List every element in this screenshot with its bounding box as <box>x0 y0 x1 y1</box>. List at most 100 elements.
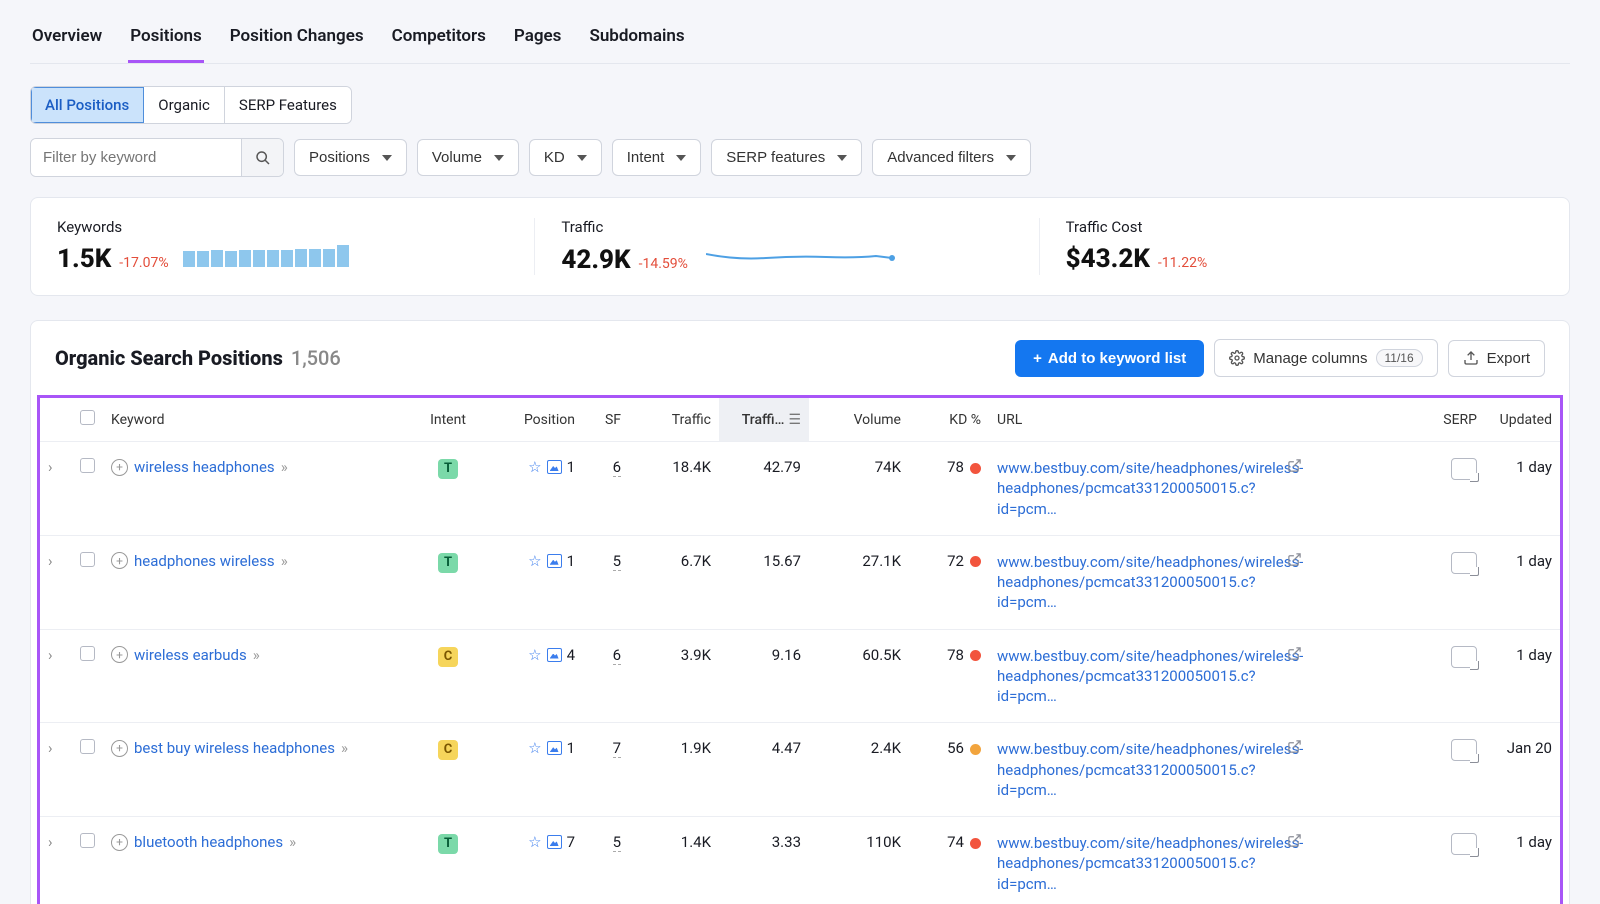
expand-row-icon[interactable] <box>48 552 53 570</box>
url-link[interactable]: www.bestbuy.com/site/headphones/wireless… <box>997 833 1247 894</box>
filter-positions[interactable]: Positions <box>294 139 407 176</box>
external-link-icon[interactable] <box>1287 739 1302 754</box>
filter-kd[interactable]: KD <box>529 139 602 176</box>
header-keyword[interactable]: Keyword <box>103 398 413 442</box>
serp-snapshot-button[interactable] <box>1451 458 1477 480</box>
header-position[interactable]: Position <box>483 398 583 442</box>
table-card: Organic Search Positions 1,506 + Add to … <box>30 320 1570 904</box>
expand-row-icon[interactable] <box>48 458 53 476</box>
header-serp[interactable]: SERP <box>1425 398 1485 442</box>
kd-dot-icon <box>970 463 981 474</box>
tab-pages[interactable]: Pages <box>512 16 564 63</box>
updated-value: 1 day <box>1485 817 1560 904</box>
url-link[interactable]: www.bestbuy.com/site/headphones/wireless… <box>997 739 1247 800</box>
row-checkbox[interactable] <box>80 739 95 754</box>
metric-traffic-cost: Traffic Cost $43.2K -11.22% <box>1039 218 1543 275</box>
metric-traffic: Traffic 42.9K -14.59% <box>534 218 1038 275</box>
toggle-serp-features[interactable]: SERP Features <box>225 87 351 123</box>
plus-icon: + <box>1033 350 1042 367</box>
header-kd[interactable]: KD % <box>909 398 989 442</box>
intent-badge: T <box>438 553 458 573</box>
row-checkbox[interactable] <box>80 646 95 661</box>
star-icon: ☆ <box>528 646 541 664</box>
keyword-link[interactable]: best buy wireless headphones <box>134 739 335 757</box>
sf-value[interactable]: 7 <box>613 739 621 758</box>
metric-traffic-value: 42.9K <box>561 245 630 275</box>
image-icon <box>547 741 562 755</box>
volume-value: 27.1K <box>809 535 909 629</box>
export-button[interactable]: Export <box>1448 340 1545 377</box>
search-wrap <box>30 138 284 177</box>
row-checkbox[interactable] <box>80 552 95 567</box>
serp-snapshot-button[interactable] <box>1451 552 1477 574</box>
filter-keyword-input[interactable] <box>31 139 241 176</box>
metric-traffic-cost-value: $43.2K <box>1066 244 1150 274</box>
external-link-icon[interactable] <box>1287 458 1302 473</box>
external-link-icon[interactable] <box>1287 646 1302 661</box>
positions-table: Keyword Intent Position SF Traffic Traff… <box>40 398 1560 904</box>
tab-positions[interactable]: Positions <box>128 16 204 63</box>
filter-intent[interactable]: Intent <box>612 139 702 176</box>
filter-advanced[interactable]: Advanced filters <box>872 139 1031 176</box>
traffic-value: 18.4K <box>629 442 719 536</box>
position-value: 7 <box>567 833 575 851</box>
keyword-link[interactable]: bluetooth headphones <box>134 833 283 851</box>
sf-value[interactable]: 6 <box>613 646 621 665</box>
external-link-icon[interactable] <box>1287 833 1302 848</box>
header-sf[interactable]: SF <box>583 398 629 442</box>
table-title: Organic Search Positions <box>55 346 283 370</box>
sf-value[interactable]: 6 <box>613 458 621 477</box>
sf-value[interactable]: 5 <box>613 552 621 571</box>
traffic-spark-chart <box>706 244 896 268</box>
keyword-link[interactable]: wireless earbuds <box>134 646 247 664</box>
manage-columns-button[interactable]: Manage columns 11/16 <box>1214 339 1437 377</box>
row-checkbox[interactable] <box>80 833 95 848</box>
add-keyword-icon[interactable]: + <box>111 646 128 663</box>
expand-row-icon[interactable] <box>48 646 53 664</box>
sf-value[interactable]: 5 <box>613 833 621 852</box>
serp-snapshot-button[interactable] <box>1451 833 1477 855</box>
header-traffic[interactable]: Traffic <box>629 398 719 442</box>
kd-dot-icon <box>970 650 981 661</box>
toggle-all-positions[interactable]: All Positions <box>31 87 144 123</box>
traffic-value: 3.9K <box>629 629 719 723</box>
header-intent[interactable]: Intent <box>413 398 483 442</box>
header-volume[interactable]: Volume <box>809 398 909 442</box>
tab-subdomains[interactable]: Subdomains <box>587 16 686 63</box>
header-traffic-pct[interactable]: Traffi…☰ <box>719 398 809 442</box>
add-to-keyword-list-button[interactable]: + Add to keyword list <box>1015 340 1204 377</box>
url-link[interactable]: www.bestbuy.com/site/headphones/wireless… <box>997 552 1247 613</box>
intent-badge: T <box>438 834 458 854</box>
tab-competitors[interactable]: Competitors <box>390 16 488 63</box>
table-row: +headphones wireless» T ☆1 5 6.7K 15.67 … <box>40 535 1560 629</box>
star-icon: ☆ <box>528 739 541 757</box>
tab-overview[interactable]: Overview <box>30 16 104 63</box>
serp-snapshot-button[interactable] <box>1451 739 1477 761</box>
url-link[interactable]: www.bestbuy.com/site/headphones/wireless… <box>997 458 1247 519</box>
select-all-checkbox[interactable] <box>80 410 95 425</box>
expand-row-icon[interactable] <box>48 739 53 757</box>
table-head: Organic Search Positions 1,506 + Add to … <box>31 321 1569 395</box>
expand-row-icon[interactable] <box>48 833 53 851</box>
keyword-link[interactable]: headphones wireless <box>134 552 275 570</box>
add-keyword-icon[interactable]: + <box>111 740 128 757</box>
manage-btn-label: Manage columns <box>1253 350 1367 367</box>
row-checkbox[interactable] <box>80 458 95 473</box>
toggle-row: All Positions Organic SERP Features <box>30 86 1570 124</box>
serp-snapshot-button[interactable] <box>1451 646 1477 668</box>
add-keyword-icon[interactable]: + <box>111 552 128 569</box>
add-keyword-icon[interactable]: + <box>111 459 128 476</box>
tab-position-changes[interactable]: Position Changes <box>228 16 366 63</box>
chevron-right-icon: » <box>289 833 296 851</box>
keyword-link[interactable]: wireless headphones <box>134 458 275 476</box>
position-value: 1 <box>567 552 575 570</box>
header-url[interactable]: URL <box>989 398 1279 442</box>
filter-serp-features[interactable]: SERP features <box>711 139 862 176</box>
external-link-icon[interactable] <box>1287 552 1302 567</box>
filter-volume[interactable]: Volume <box>417 139 519 176</box>
url-link[interactable]: www.bestbuy.com/site/headphones/wireless… <box>997 646 1247 707</box>
search-button[interactable] <box>241 139 283 176</box>
toggle-organic[interactable]: Organic <box>144 87 225 123</box>
header-updated[interactable]: Updated <box>1485 398 1560 442</box>
add-keyword-icon[interactable]: + <box>111 834 128 851</box>
